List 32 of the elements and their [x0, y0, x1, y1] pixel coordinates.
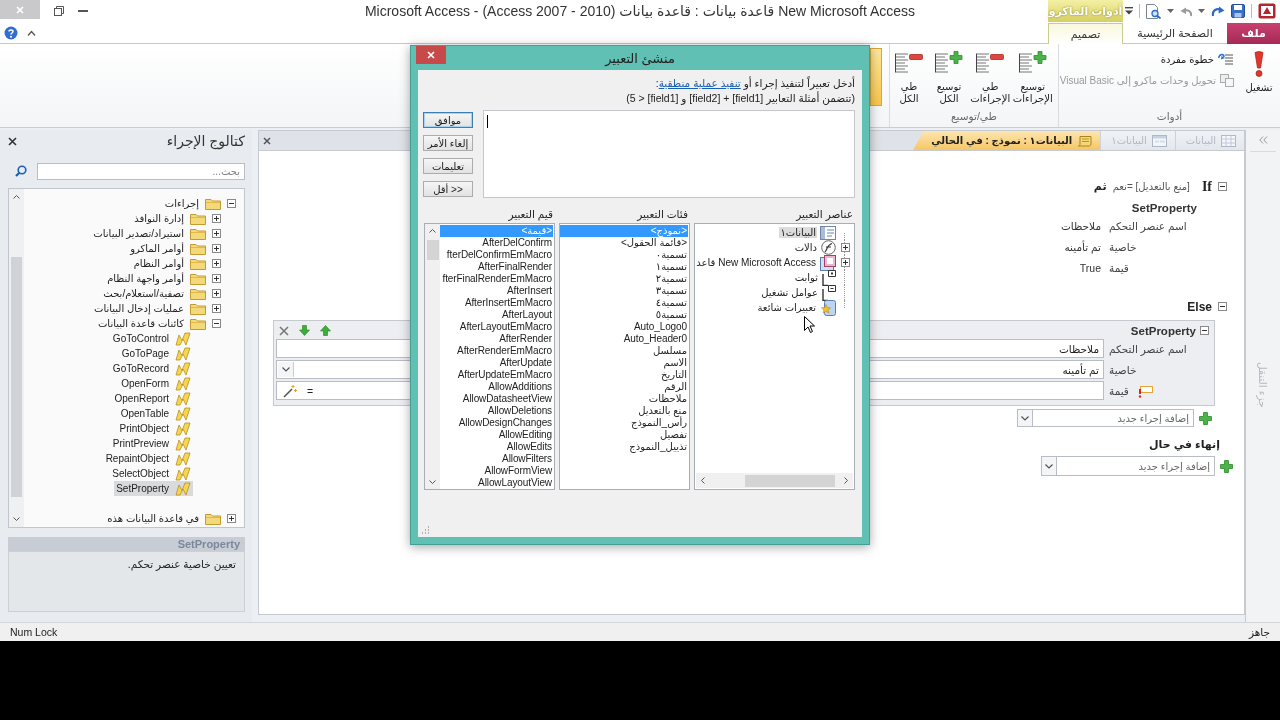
- group-label: طي/توسيع: [950, 110, 998, 125]
- dialog-title: منشئ التعبير: [605, 50, 675, 66]
- argument-label: خاصية: [1109, 240, 1137, 253]
- navigation-pane-title: جزء التنقل: [1257, 362, 1269, 408]
- description-title: SetProperty: [8, 537, 245, 551]
- argument-label: خاصية: [1109, 363, 1137, 376]
- keyword: If: [1201, 178, 1212, 195]
- argument-label: قيمة: [1109, 384, 1129, 397]
- description-text: تعيين خاصية عنصر تحكم.: [127, 558, 236, 570]
- example-text: (تتضمن أمثلة التعابير [field1] + [field2] و [field1] < 5): [625, 91, 855, 106]
- pane-title: كتالوج الإجراء: [166, 133, 245, 149]
- pane-heading: عناصر التعبير: [794, 208, 854, 223]
- action-name: SetProperty: [1130, 324, 1196, 337]
- condition-text: [منع بالتعديل] =نعم: [1112, 181, 1190, 192]
- keyword: ثم: [1093, 180, 1107, 193]
- argument-value: ملاحظات: [1060, 219, 1102, 232]
- window-title: Microsoft Access - (Access 2007 - 2010) قاعدة بيانات : قاعدة بيانات New Microsoft Access: [364, 3, 916, 19]
- end-if-keyword: إنهاء في حال: [1149, 438, 1220, 452]
- contextual-tab-header: أدوات الماكرو: [1048, 0, 1123, 22]
- status-indicator: Num Lock: [10, 626, 58, 638]
- group-label: أدوات: [1155, 110, 1184, 125]
- action-name: SetProperty: [1131, 201, 1197, 214]
- pane-heading: قيم التعبير: [507, 208, 554, 223]
- argument-label: اسم عنصر التحكم: [1109, 342, 1187, 355]
- keyword: Else: [1187, 299, 1212, 314]
- status-message: جاهز: [1248, 626, 1270, 638]
- pane-heading: فئات التعبير: [635, 208, 689, 223]
- argument-value: تم تأمينه: [1064, 240, 1102, 253]
- argument-label: قيمة: [1109, 261, 1129, 274]
- argument-value: True: [1079, 261, 1102, 274]
- instruction-text: أدخل تعبيراً لتنفيذ إجراء أو تنفيذ عملية منطقية:: [654, 76, 855, 91]
- argument-label: اسم عنصر التحكم: [1109, 219, 1187, 232]
